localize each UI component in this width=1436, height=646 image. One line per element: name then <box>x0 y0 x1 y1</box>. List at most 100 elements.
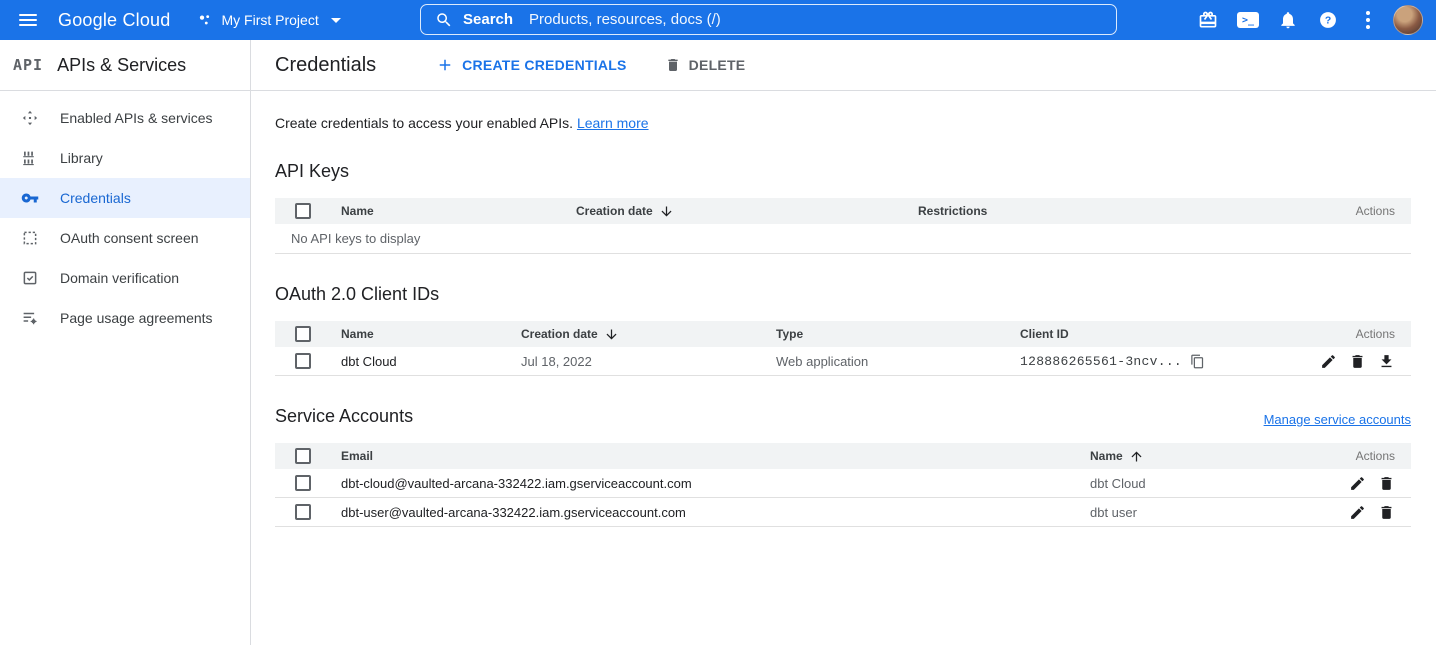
enabled-apis-icon <box>20 109 40 127</box>
learn-more-link[interactable]: Learn more <box>577 115 649 131</box>
service-account-name: dbt Cloud <box>1090 476 1321 491</box>
select-all-checkbox[interactable] <box>295 326 311 342</box>
column-header-type[interactable]: Type <box>776 327 1020 341</box>
google-cloud-logo[interactable]: Google Cloud <box>58 10 170 31</box>
help-icon: ? <box>1318 10 1338 30</box>
gift-icon <box>1198 10 1218 30</box>
sidebar-item-credentials[interactable]: Credentials <box>0 178 250 218</box>
oauth-client-type: Web application <box>776 354 1020 369</box>
create-credentials-button[interactable]: CREATE CREDENTIALS <box>436 56 626 74</box>
cloud-shell-button[interactable]: >_ <box>1228 0 1268 40</box>
project-name: My First Project <box>221 12 318 28</box>
search-placeholder: Products, resources, docs (/) <box>529 11 721 28</box>
oauth-client-id: 128886265561-3ncv... <box>1020 354 1182 369</box>
service-accounts-table: Email Name Actions dbt-cloud@vaulted-arc… <box>275 443 1411 527</box>
more-vert-icon <box>1366 11 1370 29</box>
domain-verification-icon <box>20 269 40 287</box>
column-header-creation-date[interactable]: Creation date <box>576 204 918 219</box>
delete-button[interactable]: DELETE <box>665 57 746 73</box>
product-title: APIs & Services <box>57 55 186 76</box>
menu-button[interactable] <box>0 0 56 40</box>
oauth-client-creation-date: Jul 18, 2022 <box>521 354 776 369</box>
column-header-actions: Actions <box>1301 327 1411 341</box>
consent-screen-icon <box>20 229 40 247</box>
sidebar-item-library[interactable]: Library <box>0 138 250 178</box>
sidebar-item-page-usage-agreements[interactable]: Page usage agreements <box>0 298 250 338</box>
avatar <box>1393 5 1423 35</box>
service-account-name: dbt user <box>1090 505 1321 520</box>
account-button[interactable] <box>1388 0 1428 40</box>
api-keys-header-row: Name Creation date Restrictions Actions <box>275 198 1411 224</box>
table-row: dbt-user@vaulted-arcana-332422.iam.gserv… <box>275 498 1411 527</box>
table-row: dbt Cloud Jul 18, 2022 Web application 1… <box>275 347 1411 376</box>
sort-down-icon <box>659 204 674 219</box>
topbar-actions: >_ ? <box>1188 0 1436 40</box>
table-row: dbt-cloud@vaulted-arcana-332422.iam.gser… <box>275 469 1411 498</box>
download-icon[interactable] <box>1378 353 1395 370</box>
main-content: Create credentials to access your enable… <box>251 91 1436 645</box>
sort-down-icon <box>604 327 619 342</box>
service-account-email: dbt-user@vaulted-arcana-332422.iam.gserv… <box>341 505 1090 520</box>
service-accounts-title: Service Accounts <box>275 406 413 427</box>
column-header-actions: Actions <box>1321 449 1411 463</box>
trash-icon <box>665 57 681 73</box>
product-header: API APIs & Services <box>0 40 251 90</box>
edit-icon[interactable] <box>1349 504 1366 521</box>
oauth-clients-title: OAuth 2.0 Client IDs <box>275 284 1411 305</box>
column-header-name[interactable]: Name <box>341 204 576 218</box>
column-header-name[interactable]: Name <box>341 327 521 341</box>
column-header-client-id[interactable]: Client ID <box>1020 327 1301 341</box>
sidebar-item-oauth-consent[interactable]: OAuth consent screen <box>0 218 250 258</box>
api-keys-table: Name Creation date Restrictions Actions … <box>275 198 1411 254</box>
column-header-name[interactable]: Name <box>1090 449 1321 464</box>
sidebar-item-domain-verification[interactable]: Domain verification <box>0 258 250 298</box>
delete-icon[interactable] <box>1349 353 1366 370</box>
edit-icon[interactable] <box>1320 353 1337 370</box>
oauth-header-row: Name Creation date Type Client ID Action… <box>275 321 1411 347</box>
search-icon <box>435 11 453 29</box>
oauth-client-name: dbt Cloud <box>341 354 521 369</box>
intro-text: Create credentials to access your enable… <box>275 115 1411 131</box>
page-title: Credentials <box>275 54 376 77</box>
agreements-icon <box>20 309 40 327</box>
api-keys-title: API Keys <box>275 161 1411 182</box>
column-header-creation-date[interactable]: Creation date <box>521 327 776 342</box>
service-account-email: dbt-cloud@vaulted-arcana-332422.iam.gser… <box>341 476 1090 491</box>
select-all-checkbox[interactable] <box>295 448 311 464</box>
sidebar-item-enabled-apis[interactable]: Enabled APIs & services <box>0 98 250 138</box>
free-trial-gift-button[interactable] <box>1188 0 1228 40</box>
select-all-checkbox[interactable] <box>295 203 311 219</box>
content-header: Credentials CREATE CREDENTIALS DELETE <box>251 40 1436 90</box>
search-input[interactable]: Search Products, resources, docs (/) <box>420 4 1117 35</box>
row-checkbox[interactable] <box>295 475 311 491</box>
service-accounts-header-row: Email Name Actions <box>275 443 1411 469</box>
svg-text:?: ? <box>1325 16 1331 27</box>
more-options-button[interactable] <box>1348 0 1388 40</box>
library-icon <box>20 149 40 167</box>
row-checkbox[interactable] <box>295 353 311 369</box>
edit-icon[interactable] <box>1349 475 1366 492</box>
notifications-button[interactable] <box>1268 0 1308 40</box>
notifications-icon <box>1278 10 1298 30</box>
column-header-email[interactable]: Email <box>341 449 1090 463</box>
column-header-actions: Actions <box>1321 204 1411 218</box>
api-keys-empty-row: No API keys to display <box>275 224 1411 254</box>
topbar: Google Cloud My First Project Search Pro… <box>0 0 1436 40</box>
help-button[interactable]: ? <box>1308 0 1348 40</box>
sidebar: Enabled APIs & services Library Credenti… <box>0 91 251 645</box>
oauth-clients-table: Name Creation date Type Client ID Action… <box>275 321 1411 376</box>
row-checkbox[interactable] <box>295 504 311 520</box>
column-header-restrictions[interactable]: Restrictions <box>918 204 1321 218</box>
api-product-icon: API <box>13 56 43 74</box>
plus-icon <box>436 56 454 74</box>
manage-service-accounts-link[interactable]: Manage service accounts <box>1264 412 1411 427</box>
page-header: API APIs & Services Credentials CREATE C… <box>0 40 1436 91</box>
project-switcher[interactable]: My First Project <box>196 12 340 29</box>
copy-icon[interactable] <box>1190 354 1205 369</box>
cloud-shell-icon: >_ <box>1237 12 1259 28</box>
hamburger-icon <box>19 11 37 29</box>
search-label: Search <box>463 11 513 28</box>
delete-icon[interactable] <box>1378 504 1395 521</box>
delete-icon[interactable] <box>1378 475 1395 492</box>
chevron-down-icon <box>331 18 341 23</box>
